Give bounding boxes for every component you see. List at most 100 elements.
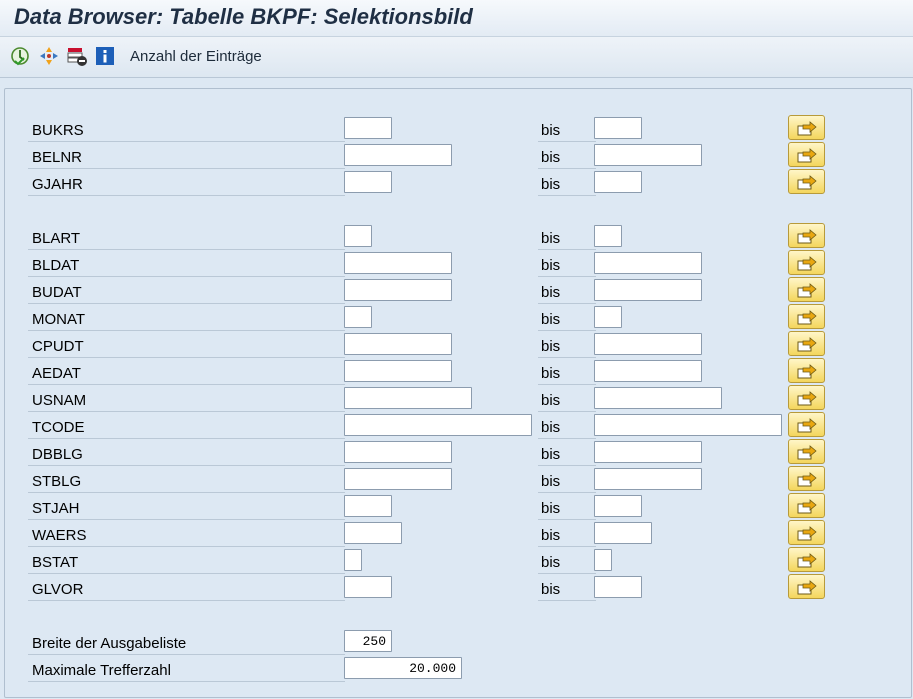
usnam-multiple-selection-button[interactable] [788, 385, 825, 410]
bis-label: bis [541, 473, 561, 490]
belnr-low-input[interactable] [344, 144, 452, 166]
blart-multiple-selection-button[interactable] [788, 223, 825, 248]
bis-label: bis [541, 176, 561, 193]
execute-icon[interactable] [9, 45, 31, 67]
multiple-selection-icon [797, 364, 817, 379]
dbblg-high-input[interactable] [594, 441, 702, 463]
field-label: BLART [32, 230, 81, 247]
field-label: BUKRS [32, 122, 84, 139]
cpudt-low-input[interactable] [344, 333, 452, 355]
glvor-high-input[interactable] [594, 576, 642, 598]
dbblg-low-input[interactable] [344, 441, 452, 463]
budat-multiple-selection-button[interactable] [788, 277, 825, 302]
multiple-selection-icon [797, 121, 817, 136]
aedat-low-input[interactable] [344, 360, 452, 382]
field-label: AEDAT [32, 365, 81, 382]
glvor-multiple-selection-button[interactable] [788, 574, 825, 599]
field-label: GJAHR [32, 176, 83, 193]
bukrs-high-input[interactable] [594, 117, 642, 139]
field-label: USNAM [32, 392, 87, 409]
field-label: BSTAT [32, 554, 79, 571]
stjah-multiple-selection-button[interactable] [788, 493, 825, 518]
gjahr-high-input[interactable] [594, 171, 642, 193]
selection-options-icon[interactable] [38, 45, 60, 67]
field-label: BELNR [32, 149, 83, 166]
multiple-selection-icon [797, 445, 817, 460]
bis-label: bis [541, 311, 561, 328]
monat-multiple-selection-button[interactable] [788, 304, 825, 329]
glvor-low-input[interactable] [344, 576, 392, 598]
info-icon[interactable] [94, 45, 116, 67]
bukrs-low-input[interactable] [344, 117, 392, 139]
gjahr-multiple-selection-button[interactable] [788, 169, 825, 194]
output-width-input[interactable] [344, 630, 392, 652]
blart-high-input[interactable] [594, 225, 622, 247]
tcode-low-input[interactable] [344, 414, 532, 436]
field-label: STJAH [32, 500, 80, 517]
field-label: STBLG [32, 473, 82, 490]
multiple-selection-icon [797, 175, 817, 190]
bldat-multiple-selection-button[interactable] [788, 250, 825, 275]
bldat-high-input[interactable] [594, 252, 702, 274]
field-label: BLDAT [32, 257, 80, 274]
multiple-selection-icon [797, 580, 817, 595]
budat-low-input[interactable] [344, 279, 452, 301]
bis-label: bis [541, 365, 561, 382]
bis-label: bis [541, 500, 561, 517]
cpudt-high-input[interactable] [594, 333, 702, 355]
bstat-multiple-selection-button[interactable] [788, 547, 825, 572]
field-label: TCODE [32, 419, 85, 436]
multiple-selection-icon [797, 283, 817, 298]
multiple-selection-icon [797, 418, 817, 433]
gjahr-low-input[interactable] [344, 171, 392, 193]
stblg-low-input[interactable] [344, 468, 452, 490]
belnr-high-input[interactable] [594, 144, 702, 166]
waers-low-input[interactable] [344, 522, 402, 544]
aedat-multiple-selection-button[interactable] [788, 358, 825, 383]
monat-high-input[interactable] [594, 306, 622, 328]
blart-low-input[interactable] [344, 225, 372, 247]
cpudt-multiple-selection-button[interactable] [788, 331, 825, 356]
multiple-selection-icon [797, 337, 817, 352]
max-hits-input[interactable] [344, 657, 462, 679]
count-entries-button[interactable]: Anzahl der Einträge [130, 48, 262, 65]
bis-label: bis [541, 230, 561, 247]
dbblg-multiple-selection-button[interactable] [788, 439, 825, 464]
multiple-selection-icon [797, 310, 817, 325]
stjah-high-input[interactable] [594, 495, 642, 517]
bis-label: bis [541, 338, 561, 355]
usnam-high-input[interactable] [594, 387, 722, 409]
delete-selection-icon[interactable] [66, 45, 88, 67]
belnr-multiple-selection-button[interactable] [788, 142, 825, 167]
output-width-label: Breite der Ausgabeliste [32, 635, 187, 652]
field-label: MONAT [32, 311, 86, 328]
stjah-low-input[interactable] [344, 495, 392, 517]
usnam-low-input[interactable] [344, 387, 472, 409]
field-label: WAERS [32, 527, 87, 544]
bis-label: bis [541, 149, 561, 166]
field-label: CPUDT [32, 338, 84, 355]
monat-low-input[interactable] [344, 306, 372, 328]
multiple-selection-icon [797, 256, 817, 271]
bis-label: bis [541, 581, 561, 598]
application-toolbar: Anzahl der Einträge [0, 37, 913, 78]
aedat-high-input[interactable] [594, 360, 702, 382]
bis-label: bis [541, 257, 561, 274]
bis-label: bis [541, 554, 561, 571]
waers-multiple-selection-button[interactable] [788, 520, 825, 545]
bukrs-multiple-selection-button[interactable] [788, 115, 825, 140]
stblg-high-input[interactable] [594, 468, 702, 490]
bis-label: bis [541, 527, 561, 544]
bis-label: bis [541, 122, 561, 139]
field-label: DBBLG [32, 446, 83, 463]
tcode-multiple-selection-button[interactable] [788, 412, 825, 437]
bstat-low-input[interactable] [344, 549, 362, 571]
stblg-multiple-selection-button[interactable] [788, 466, 825, 491]
waers-high-input[interactable] [594, 522, 652, 544]
max-hits-label: Maximale Trefferzahl [32, 662, 171, 679]
bstat-high-input[interactable] [594, 549, 612, 571]
tcode-high-input[interactable] [594, 414, 782, 436]
field-label: BUDAT [32, 284, 82, 301]
bldat-low-input[interactable] [344, 252, 452, 274]
budat-high-input[interactable] [594, 279, 702, 301]
